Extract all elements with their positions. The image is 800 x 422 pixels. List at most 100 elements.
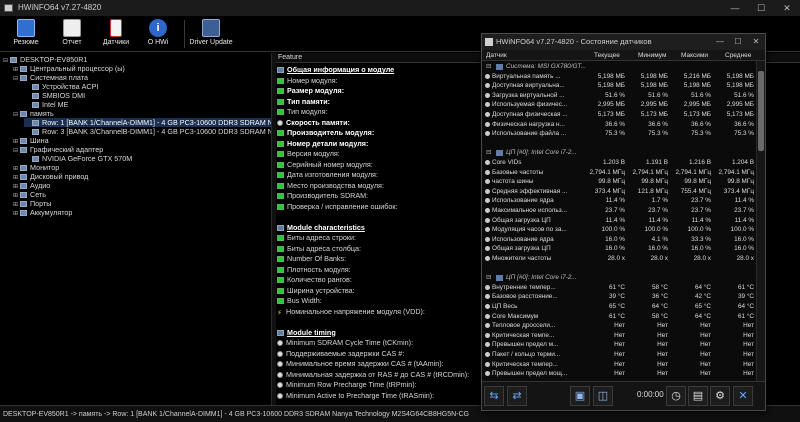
sensor-row[interactable]: Общая загрузка ЦП 11.4 % 11.4 % 11.4 % 11.4 … <box>482 216 756 226</box>
feature-row[interactable]: ⚡ Номинальное напряжение модуля (VDD): <box>276 307 425 318</box>
tree-item[interactable]: Устройства ACPI <box>24 82 98 91</box>
feature-row[interactable]: Количество рангов: <box>276 275 352 286</box>
tree-item[interactable]: ⊟ память <box>12 109 54 118</box>
sensor-scrollbar[interactable] <box>756 61 765 381</box>
sensor-row[interactable]: Использование ядра 11.4 % 1.7 % 23.7 % 11.4 … <box>482 196 756 206</box>
sensor-row[interactable]: Превышен предел мощ... Нет Нет Нет Нет <box>482 369 756 379</box>
tree-item[interactable]: ⊟ Графический адаптер <box>12 145 103 154</box>
report-icon[interactable]: ▤ <box>688 386 708 406</box>
sensor-row[interactable]: Модуляция часов по за... 100.0 % 100.0 % 10… <box>482 225 756 235</box>
tree-item[interactable]: ⊞ Шина <box>12 136 49 145</box>
summary-button[interactable]: Резюме <box>4 19 48 51</box>
expand-toggle-icon[interactable]: ⊟ <box>12 111 19 120</box>
sensor-row[interactable]: Общая загрузка ЦП 16.0 % 16.0 % 16.0 % 16.0 … <box>482 244 756 254</box>
col-avg[interactable]: Среднее <box>725 50 751 61</box>
sensor-row[interactable]: Доступная физическая ... 5,173 МБ 5,173 МБ… <box>482 110 756 120</box>
sensor-row[interactable]: Базовое расстояние... 39 °C 36 °C 42 °C 39 °… <box>482 292 756 302</box>
report-button[interactable]: Отчет <box>50 19 94 51</box>
feature-row[interactable]: Серийный номер модуля: <box>276 160 373 171</box>
feature-row[interactable]: Биты адреса столбца: <box>276 244 361 255</box>
tree-item[interactable]: Intel ME <box>24 100 68 109</box>
sensor-group[interactable]: ⊟ ЦП [#0]: Intel Core i7-2... <box>482 148 756 158</box>
sensor-row[interactable]: Физическая нагрузка н... 36.6 % 36.6 % 36.6… <box>482 120 756 130</box>
clock-icon[interactable]: ◷ <box>666 386 686 406</box>
feature-row[interactable]: Тип памяти: <box>276 97 330 108</box>
sensor-group[interactable]: ⊟ Система: MSI GX780/GT... <box>482 62 756 72</box>
feature-row[interactable]: Производитель модуля: <box>276 128 374 139</box>
col-sensor[interactable]: Датчик <box>486 50 507 61</box>
feature-row[interactable]: Minimum Active to Precharge Time (tRASmi… <box>276 391 434 402</box>
sensor-row[interactable]: Использование ядра 16.0 % 4.1 % 33.3 % 16.0 … <box>482 235 756 245</box>
maximize-button[interactable]: ☐ <box>748 0 774 16</box>
sensors-button[interactable]: Датчики <box>94 19 138 51</box>
feature-row[interactable]: Дата изготовления модуля: <box>276 170 378 181</box>
sensor-row[interactable]: Использование файла ... 75.3 % 75.3 % 75.3 … <box>482 129 756 139</box>
expand-toggle-icon[interactable]: ⊟ <box>12 147 19 156</box>
feature-row[interactable]: Минимальное время задержки CAS # (tAAmin… <box>276 359 444 370</box>
sensor-row[interactable]: Средняя эффективная ... 373.4 МГц 121.8 МГ… <box>482 187 756 197</box>
feature-row[interactable]: Номер модуля: <box>276 76 338 87</box>
tree-item[interactable]: ⊞ Аккумулятор <box>12 208 72 217</box>
tree-item[interactable]: ⊞ Монитор <box>12 163 59 172</box>
nav-forward-button[interactable]: ⇄ <box>507 386 527 406</box>
col-min[interactable]: Минимум <box>638 50 666 61</box>
feature-row[interactable]: Тип модуля: <box>276 107 327 118</box>
col-max[interactable]: Максими <box>681 50 708 61</box>
feature-row[interactable]: Проверка / исправление ошибок: <box>276 202 398 213</box>
tree-item[interactable]: Row: 3 [BANK 3/ChannelB-DIMM1] - 4 GB PC… <box>24 127 271 136</box>
sensor-row[interactable]: ЦП Весь 65 °C 64 °C 65 °C 64 °C <box>482 302 756 312</box>
tree-item[interactable]: ⊞ Сеть <box>12 190 46 199</box>
sensor-row[interactable]: Максимальное использ... 23.7 % 23.7 % 23.7 … <box>482 206 756 216</box>
feature-row[interactable]: Номер детали модуля: <box>276 139 368 150</box>
feature-row[interactable]: Биты адреса строки: <box>276 233 356 244</box>
about-button[interactable]: i О HWi <box>136 19 180 51</box>
collapse-icon[interactable]: ⊟ <box>486 273 491 283</box>
collapse-icon[interactable]: ⊟ <box>486 148 491 158</box>
minimize-button[interactable]: — <box>722 0 748 16</box>
log-icon[interactable]: ◫ <box>593 386 613 406</box>
close-sensors-icon[interactable]: ✕ <box>733 386 753 406</box>
close-button[interactable]: ✕ <box>774 0 800 16</box>
feature-row[interactable]: Размер модуля: <box>276 86 344 97</box>
sensor-row[interactable]: Используемая физичес... 2,995 МБ 2,995 МБ 2… <box>482 100 756 110</box>
expand-toggle-icon[interactable]: ⊟ <box>2 57 9 66</box>
feature-row[interactable]: Производитель SDRAM: <box>276 191 368 202</box>
feature-row[interactable]: Поддерживаемые задержки CAS #: <box>276 349 404 360</box>
tree-item[interactable]: ⊞ Центральный процессор (ы) <box>12 64 125 73</box>
network-icon[interactable]: ▣ <box>570 386 590 406</box>
tree-item[interactable]: ⊞ Аудио <box>12 181 50 190</box>
sensor-row[interactable]: Множители частоты 28.0 x 28.0 x 28.0 x 28.0 … <box>482 254 756 264</box>
tree-item[interactable]: SMBIOS DMI <box>24 91 85 100</box>
col-current[interactable]: Текущее <box>594 50 620 61</box>
sensor-row[interactable]: частота шины 99.8 МГц 99.8 МГц 99.8 МГц 99.8… <box>482 177 756 187</box>
expand-toggle-icon[interactable]: ⊟ <box>12 75 19 84</box>
sensor-row[interactable]: Виртуальная память ... 5,198 МБ 5,198 МБ 5,… <box>482 72 756 82</box>
sensor-row[interactable]: Критическая темпе... Нет Нет Нет Нет <box>482 331 756 341</box>
section-header[interactable]: Общая информация о модуле <box>276 65 394 76</box>
sensor-row[interactable]: Тепловое дроссели... Нет Нет Нет Нет <box>482 321 756 331</box>
sensor-minimize-button[interactable]: — <box>711 34 729 50</box>
settings-gear-icon[interactable]: ⚙ <box>710 386 730 406</box>
feature-row[interactable]: Minimum Row Precharge Time (tRPmin): <box>276 380 417 391</box>
feature-row[interactable]: Версия модуля: <box>276 149 340 160</box>
sensor-row[interactable]: Загрузка виртуальной ... 51.6 % 51.6 % 51.6… <box>482 91 756 101</box>
sensor-row[interactable]: Внутренние темпер... 61 °C 58 °C 64 °C 61 °C <box>482 283 756 293</box>
tree-item[interactable]: ⊟ DESKTOP-EV850R1 <box>2 55 87 64</box>
sensor-row[interactable]: Core Максимум 61 °C 58 °C 64 °C 61 °C <box>482 312 756 322</box>
scroll-thumb[interactable] <box>758 71 764 151</box>
feature-row[interactable]: Скорость памяти: <box>276 118 350 129</box>
feature-row[interactable]: Bus Width: <box>276 296 322 307</box>
device-tree[interactable]: ⊟ DESKTOP-EV850R1 ⊞ Центральный процессор (… <box>0 53 272 405</box>
feature-row[interactable]: Minimum SDRAM Cycle Time (tCKmin): <box>276 338 413 349</box>
sensor-row[interactable]: Доступная виртуальна... 5,198 МБ 5,198 МБ 5… <box>482 81 756 91</box>
feature-row[interactable]: Место производства модуля: <box>276 181 384 192</box>
feature-row[interactable]: Ширина устройства: <box>276 286 355 297</box>
tree-item[interactable]: ⊞ Порты <box>12 199 51 208</box>
feature-row[interactable]: Плотность модуля: <box>276 265 351 276</box>
sensor-row[interactable]: Базовые частоты 2,794.1 МГц 2,794.1 МГц 2,7… <box>482 168 756 178</box>
collapse-icon[interactable]: ⊟ <box>486 62 491 72</box>
tree-item[interactable]: NVIDIA GeForce GTX 570M <box>24 154 132 163</box>
tree-item[interactable]: ⊞ Дисковый привод <box>12 172 88 181</box>
feature-row[interactable]: Number Of Banks: <box>276 254 346 265</box>
sensor-row[interactable]: Core VIDs 1.203 В 1.191 В 1.216 В 1.204 В <box>482 158 756 168</box>
